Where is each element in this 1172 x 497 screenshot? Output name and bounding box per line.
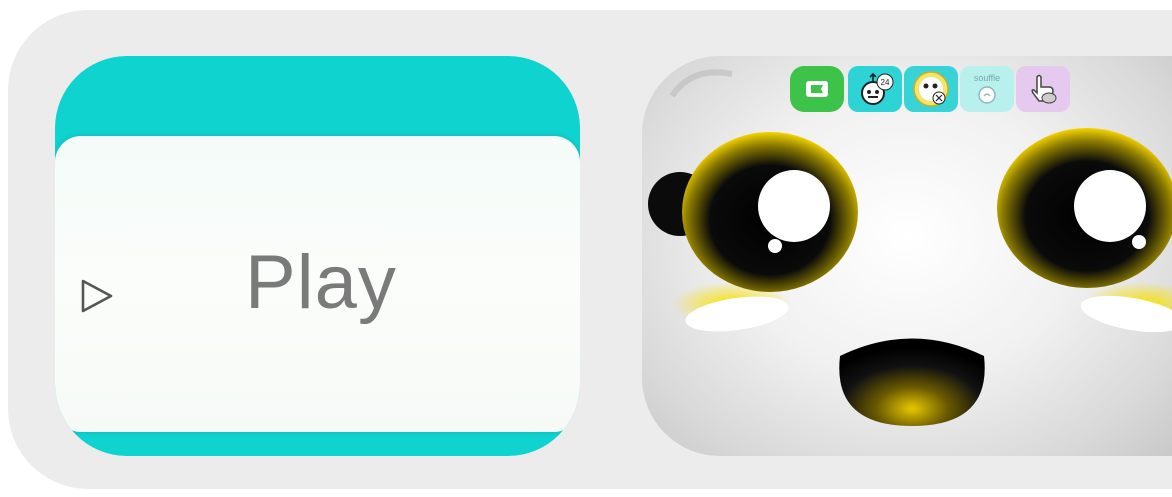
hand-tap-icon — [1031, 74, 1057, 104]
character-face-icon — [913, 71, 949, 107]
souffle-label: souffle — [973, 73, 1001, 83]
toolbar-robot-timer[interactable]: 24 — [848, 66, 902, 112]
toolbar-souffle[interactable]: souffle — [960, 66, 1014, 112]
play-card[interactable]: Play — [55, 56, 580, 456]
speech-bubble-icon — [978, 86, 996, 104]
toolbar-character[interactable] — [904, 66, 958, 112]
toolbar-hand-tap[interactable] — [1016, 66, 1070, 112]
robot-timer-icon: 24 — [861, 72, 894, 105]
play-triangle-icon — [81, 279, 113, 313]
green-flag-icon — [806, 81, 828, 97]
play-label: Play — [245, 240, 397, 325]
panda-face — [648, 69, 1172, 426]
mouth — [839, 338, 985, 426]
play-button[interactable]: Play — [55, 136, 580, 432]
toolbar-flag[interactable] — [790, 66, 844, 112]
game-toolbar: 24 souffle — [790, 66, 1070, 116]
game-preview[interactable]: 24 souffle — [642, 56, 1172, 456]
timer-badge: 24 — [881, 78, 890, 87]
